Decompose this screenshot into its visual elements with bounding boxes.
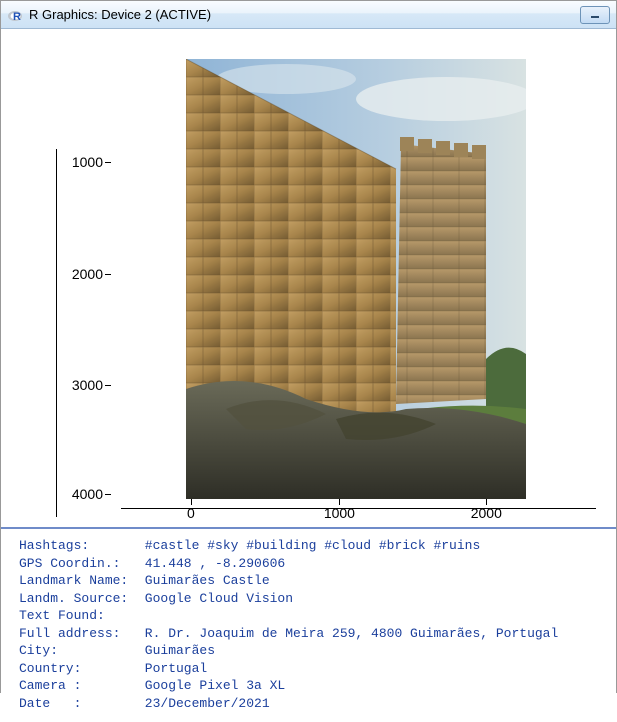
console-label: City: <box>19 642 137 660</box>
console-row: Hashtags: #castle #sky #building #cloud … <box>19 537 606 555</box>
console-row: Full address: R. Dr. Joaquim de Meira 25… <box>19 625 606 643</box>
console-value: Google Pixel 3a XL <box>137 677 285 695</box>
console-label: Full address: <box>19 625 137 643</box>
console-row: Camera : Google Pixel 3a XL <box>19 677 606 695</box>
console-label: Camera : <box>19 677 137 695</box>
y-tick-label: 2000 <box>72 266 103 282</box>
console-row: City: Guimarães <box>19 642 606 660</box>
y-tick-mark <box>105 274 111 275</box>
console-value: Guimarães Castle <box>137 572 270 590</box>
x-axis-baseline <box>121 508 596 509</box>
y-tick-label: 3000 <box>72 377 103 393</box>
y-axis-baseline <box>56 149 57 517</box>
y-axis: 1000 2000 3000 4000 <box>56 59 111 499</box>
window-title: R Graphics: Device 2 (ACTIVE) <box>29 7 580 22</box>
minimize-button[interactable] <box>580 6 610 24</box>
window-controls <box>580 6 610 24</box>
y-tick-label: 1000 <box>72 154 103 170</box>
console-label: Hashtags: <box>19 537 137 555</box>
plot-image <box>186 59 526 499</box>
console-label: Landm. Source: <box>19 590 137 608</box>
console-row: Landm. Source: Google Cloud Vision <box>19 590 606 608</box>
console-row: Landmark Name: Guimarães Castle <box>19 572 606 590</box>
console-value: Portugal <box>137 660 207 678</box>
y-tick-mark <box>105 162 111 163</box>
console-row: Date : 23/December/2021 <box>19 695 606 713</box>
console-value: 23/December/2021 <box>137 695 270 713</box>
console-row: GPS Coordin.: 41.448 , -8.290606 <box>19 555 606 573</box>
console-output: Hashtags: #castle #sky #building #cloud … <box>1 529 616 722</box>
y-tick-mark <box>105 494 111 495</box>
console-label: Text Found: <box>19 607 137 625</box>
plot-panel: 1000 2000 3000 4000 0100020003000 <box>1 29 616 529</box>
console-label: Landmark Name: <box>19 572 137 590</box>
x-tick-mark <box>486 499 487 505</box>
console-value: 41.448 , -8.290606 <box>137 555 285 573</box>
x-axis: 0100020003000 <box>111 499 586 519</box>
r-logo-icon: R <box>7 7 23 23</box>
console-value <box>137 607 145 625</box>
svg-text:R: R <box>13 11 21 23</box>
x-tick-mark <box>191 499 192 505</box>
console-row: Country: Portugal <box>19 660 606 678</box>
console-value: R. Dr. Joaquim de Meira 259, 4800 Guimar… <box>137 625 558 643</box>
console-label: Date : <box>19 695 137 713</box>
console-row: Text Found: <box>19 607 606 625</box>
console-label: GPS Coordin.: <box>19 555 137 573</box>
console-value: #castle #sky #building #cloud #brick #ru… <box>137 537 480 555</box>
console-value: Guimarães <box>137 642 215 660</box>
window-titlebar: R R Graphics: Device 2 (ACTIVE) <box>1 1 616 29</box>
y-tick-mark <box>105 385 111 386</box>
console-value: Google Cloud Vision <box>137 590 293 608</box>
console-label: Country: <box>19 660 137 678</box>
x-tick-mark <box>339 499 340 505</box>
y-tick-label: 4000 <box>72 486 103 502</box>
